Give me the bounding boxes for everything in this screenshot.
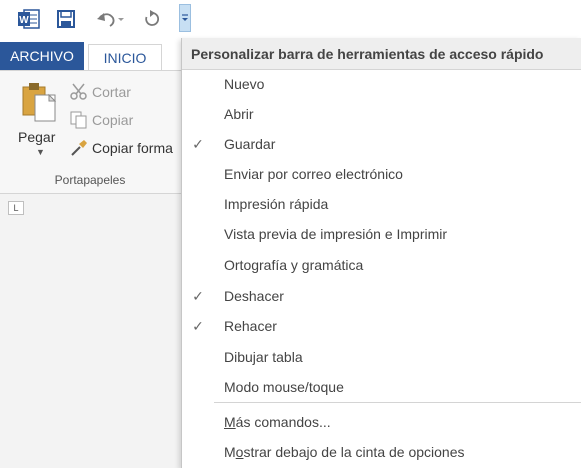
menu-item-label: Rehacer: [224, 318, 277, 334]
menu-header: Personalizar barra de herramientas de ac…: [182, 38, 581, 70]
menu-item-label: Guardar: [224, 136, 276, 152]
quick-access-toolbar: W: [0, 0, 200, 38]
ribbon-clipboard-group: Pegar ▼ Cortar Copiar Copiar forma Porta…: [0, 70, 200, 194]
menu-item-abrir[interactable]: Abrir: [182, 100, 581, 128]
menu-item-deshacer[interactable]: ✓ Deshacer: [182, 282, 581, 310]
format-painter-label: Copiar forma: [92, 140, 173, 156]
paste-dropdown-icon[interactable]: ▼: [36, 147, 45, 157]
menu-item-mas-comandos[interactable]: Más comandos...: [182, 408, 581, 436]
copy-label: Copiar: [92, 112, 134, 128]
tab-archivo[interactable]: ARCHIVO: [0, 42, 84, 70]
svg-text:W: W: [19, 15, 29, 26]
menu-item-modo-mouse[interactable]: Modo mouse/toque: [182, 373, 581, 401]
copy-icon: [70, 111, 87, 129]
ribbon-tabs: ARCHIVO INICIO: [0, 42, 200, 70]
menu-item-rehacer[interactable]: ✓ Rehacer: [182, 312, 581, 340]
menu-item-mostrar-debajo[interactable]: Mostrar debajo de la cinta de opciones: [182, 438, 581, 466]
customize-qat-icon[interactable]: [179, 4, 191, 32]
menu-item-label: Enviar por correo electrónico: [224, 166, 403, 182]
cut-label: Cortar: [92, 84, 131, 100]
redo-icon[interactable]: [140, 6, 164, 32]
menu-item-label: Impresión rápida: [224, 196, 329, 212]
copy-button[interactable]: Copiar: [70, 111, 133, 129]
cut-button[interactable]: Cortar: [70, 83, 131, 101]
undo-icon[interactable]: [94, 6, 128, 32]
menu-item-ortografia[interactable]: Ortografía y gramática: [182, 251, 581, 279]
scissors-icon: [70, 83, 87, 100]
menu-item-label: Vista previa de impresión e Imprimir: [224, 226, 448, 242]
menu-item-label-pre: M: [224, 444, 236, 460]
menu-item-guardar[interactable]: ✓ Guardar: [182, 130, 581, 158]
tab-selector[interactable]: L: [8, 201, 24, 215]
menu-item-label: Modo mouse/toque: [224, 379, 344, 395]
menu-item-label: Nuevo: [224, 76, 265, 92]
check-icon: ✓: [192, 287, 204, 304]
menu-item-impresion-rapida[interactable]: Impresión rápida: [182, 190, 581, 218]
save-icon[interactable]: [54, 6, 78, 32]
menu-item-vista-previa[interactable]: Vista previa de impresión e Imprimir: [182, 220, 581, 248]
menu-item-enviar-correo[interactable]: Enviar por correo electrónico: [182, 160, 581, 188]
brush-icon: [71, 140, 87, 156]
menu-item-label-rest: ás comandos...: [235, 414, 331, 430]
check-icon: ✓: [192, 317, 204, 334]
accelerator-key: M: [224, 414, 236, 430]
menu-item-label: Ortografía y gramática: [224, 257, 364, 273]
menu-item-label-rest: strar debajo de la cinta de opciones: [243, 444, 465, 460]
format-painter-button[interactable]: Copiar forma: [70, 139, 173, 157]
check-icon: ✓: [192, 135, 204, 152]
clipboard-group-label: Portapapeles: [54, 173, 126, 187]
customize-qat-menu: Personalizar barra de herramientas de ac…: [181, 38, 581, 468]
document-area: [0, 194, 190, 468]
menu-item-label: Mostrar debajo de la cinta de opciones: [214, 444, 465, 460]
menu-item-nuevo[interactable]: Nuevo: [182, 70, 581, 98]
paste-icon[interactable]: [22, 81, 57, 130]
menu-item-label: Deshacer: [224, 288, 284, 304]
word-icon[interactable]: W: [16, 6, 42, 32]
menu-separator: [214, 402, 581, 403]
tab-inicio[interactable]: INICIO: [88, 44, 162, 70]
menu-item-label: Abrir: [224, 106, 254, 122]
menu-item-label: Más comandos...: [214, 414, 331, 430]
paste-button[interactable]: Pegar: [18, 129, 55, 145]
menu-item-label: Dibujar tabla: [224, 349, 303, 365]
menu-item-dibujar-tabla[interactable]: Dibujar tabla: [182, 343, 581, 371]
